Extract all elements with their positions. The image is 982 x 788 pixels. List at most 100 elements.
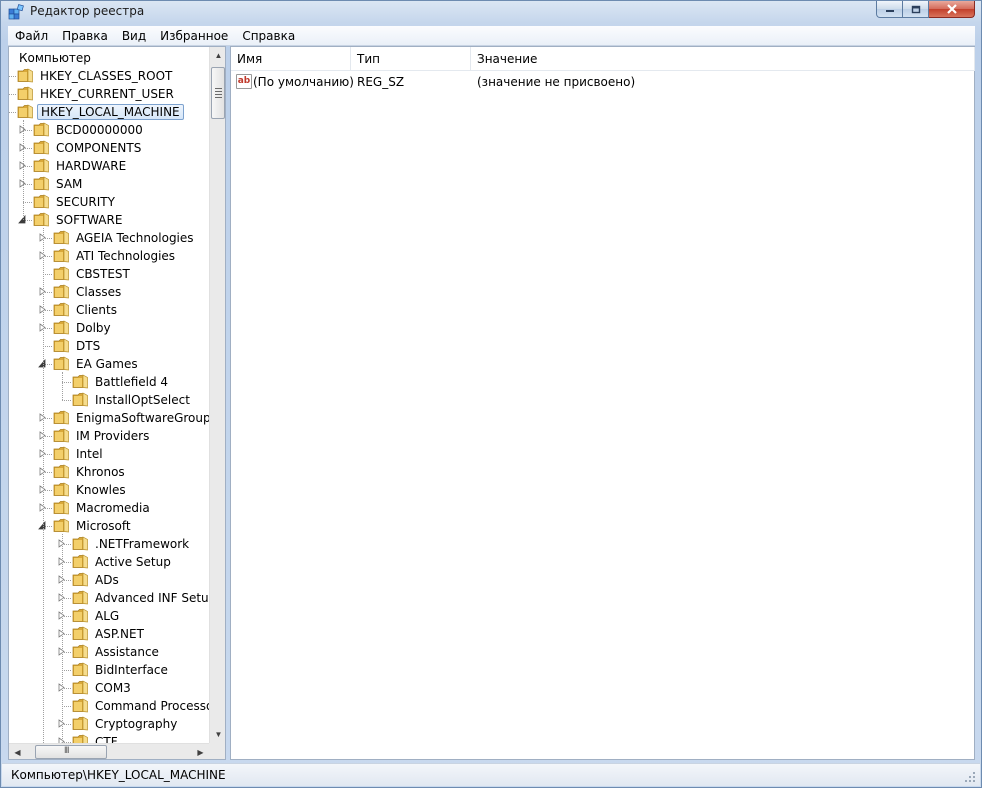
tree-item-label: InstallOptSelect [95, 393, 190, 407]
tree-item-im-providers[interactable]: IM Providers [9, 427, 209, 445]
tree-item-netframework[interactable]: .NETFramework [9, 535, 209, 553]
column-name[interactable]: Имя [231, 47, 351, 71]
menu-file[interactable]: Файл [8, 26, 55, 46]
tree-connector [62, 670, 71, 671]
tree-item-label: Advanced INF Setup [95, 591, 209, 605]
value-name: (По умолчанию) [253, 75, 354, 89]
tree-item-label: Dolby [76, 321, 111, 335]
tree-item-enigmasoftwaregroup[interactable]: EnigmaSoftwareGroup [9, 409, 209, 427]
tree-item-bcd00000000[interactable]: BCD00000000 [9, 121, 209, 139]
tree-item-hkey-local-machine[interactable]: HKEY_LOCAL_MACHINE [9, 103, 209, 121]
tree-item-ageia-technologies[interactable]: AGEIA Technologies [9, 229, 209, 247]
tree-item-hardware[interactable]: HARDWARE [9, 157, 209, 175]
tree-guide-line [43, 228, 44, 743]
tree-item-cbstest[interactable]: CBSTEST [9, 265, 209, 283]
scroll-down-arrow-icon[interactable]: ▼ [210, 726, 225, 743]
value-data: (значение не присвоено) [477, 75, 636, 89]
tree-item-classes[interactable]: Classes [9, 283, 209, 301]
folder-icon [72, 590, 88, 605]
tree-item-ctf[interactable]: CTF [9, 733, 209, 743]
tree-item-label: COM3 [95, 681, 131, 695]
key-tree-pane[interactable]: Компьютер HKEY_CLASSES_ROOT HKEY_CURRENT_… [8, 46, 226, 760]
tree-item-installoptselect[interactable]: InstallOptSelect [9, 391, 209, 409]
window-title: Редактор реестра [30, 4, 145, 18]
tree-item-alg[interactable]: ALG [9, 607, 209, 625]
scroll-up-arrow-icon[interactable]: ▲ [210, 47, 225, 64]
tree-item-active-setup[interactable]: Active Setup [9, 553, 209, 571]
title-bar[interactable]: Редактор реестра [1, 1, 981, 23]
tree-guide-line [62, 372, 63, 400]
tree-item-cryptography[interactable]: Cryptography [9, 715, 209, 733]
tree-item-label: ASP.NET [95, 627, 144, 641]
tree-item-macromedia[interactable]: Macromedia [9, 499, 209, 517]
resize-grip-icon[interactable] [964, 771, 976, 783]
folder-icon [72, 626, 88, 641]
menu-view[interactable]: Вид [115, 26, 153, 46]
folder-icon [17, 86, 33, 101]
value-row[interactable]: ab (По умолчанию) REG_SZ (значение не пр… [231, 73, 974, 91]
folder-icon [72, 734, 88, 743]
tree-item-security[interactable]: SECURITY [9, 193, 209, 211]
tree-connector [23, 202, 32, 203]
tree-item-ea-games[interactable]: EA Games [9, 355, 209, 373]
string-value-icon: ab [236, 74, 252, 89]
menu-edit[interactable]: Правка [55, 26, 115, 46]
tree-connector [9, 76, 16, 77]
tree-horizontal-scrollbar[interactable]: ◀ III ▶ [9, 743, 209, 759]
tree-connector [43, 274, 52, 275]
maximize-button[interactable] [903, 1, 929, 18]
tree-item-label: DTS [76, 339, 101, 353]
tree-item-dts[interactable]: DTS [9, 337, 209, 355]
folder-icon [53, 284, 69, 299]
tree-item-intel[interactable]: Intel [9, 445, 209, 463]
column-header: Имя Тип Значение [231, 47, 975, 71]
menu-favorites[interactable]: Избранное [153, 26, 235, 46]
tree-item-knowles[interactable]: Knowles [9, 481, 209, 499]
tree-item-label: HKEY_CURRENT_USER [40, 87, 174, 101]
tree-item-com3[interactable]: COM3 [9, 679, 209, 697]
folder-icon [72, 374, 88, 389]
tree-item-hkey-classes-root[interactable]: HKEY_CLASSES_ROOT [9, 67, 209, 85]
tree-item-assistance[interactable]: Assistance [9, 643, 209, 661]
minimize-button[interactable] [876, 1, 903, 18]
tree-item-advanced-inf-setup[interactable]: Advanced INF Setup [9, 589, 209, 607]
values-list-pane[interactable]: Имя Тип Значение ab (По умолчанию) REG_S… [230, 46, 975, 760]
tree-item-label: COMPONENTS [56, 141, 142, 155]
folder-icon [72, 698, 88, 713]
tree-item-dolby[interactable]: Dolby [9, 319, 209, 337]
tree-item-label: BCD00000000 [56, 123, 143, 137]
folder-icon [72, 644, 88, 659]
tree-item-khronos[interactable]: Khronos [9, 463, 209, 481]
column-data[interactable]: Значение [471, 47, 975, 71]
vertical-scroll-thumb[interactable] [211, 67, 225, 119]
tree-item-label: Classes [76, 285, 122, 299]
tree-item-asp-net[interactable]: ASP.NET [9, 625, 209, 643]
tree-vertical-scrollbar[interactable]: ▲ ▼ [209, 47, 225, 743]
value-type: REG_SZ [357, 75, 405, 89]
tree-item-bidinterface[interactable]: BidInterface [9, 661, 209, 679]
menu-help[interactable]: Справка [235, 26, 302, 46]
tree-connector [9, 112, 16, 113]
tree-item-ati-technologies[interactable]: ATI Technologies [9, 247, 209, 265]
tree-item-battlefield-4[interactable]: Battlefield 4 [9, 373, 209, 391]
folder-icon [53, 482, 69, 497]
tree-item-command-processor[interactable]: Command Processor [9, 697, 209, 715]
tree-item-software[interactable]: SOFTWARE [9, 211, 209, 229]
tree-item-label: EnigmaSoftwareGroup [76, 411, 209, 425]
tree-item-components[interactable]: COMPONENTS [9, 139, 209, 157]
scroll-left-arrow-icon[interactable]: ◀ [9, 744, 26, 759]
tree-item-ads[interactable]: ADs [9, 571, 209, 589]
tree-item-clients[interactable]: Clients [9, 301, 209, 319]
horizontal-scroll-thumb[interactable]: III [35, 745, 107, 759]
tree-connector [9, 94, 16, 95]
tree-item-hkey-current-user[interactable]: HKEY_CURRENT_USER [9, 85, 209, 103]
tree-connector [62, 706, 71, 707]
close-button[interactable] [929, 1, 975, 18]
tree-item-microsoft[interactable]: Microsoft [9, 517, 209, 535]
tree-item-label: Active Setup [95, 555, 171, 569]
column-type[interactable]: Тип [351, 47, 471, 71]
tree-item-label: AGEIA Technologies [76, 231, 194, 245]
tree-item-sam[interactable]: SAM [9, 175, 209, 193]
tree-item-label: ALG [95, 609, 120, 623]
scroll-right-arrow-icon[interactable]: ▶ [192, 744, 209, 759]
